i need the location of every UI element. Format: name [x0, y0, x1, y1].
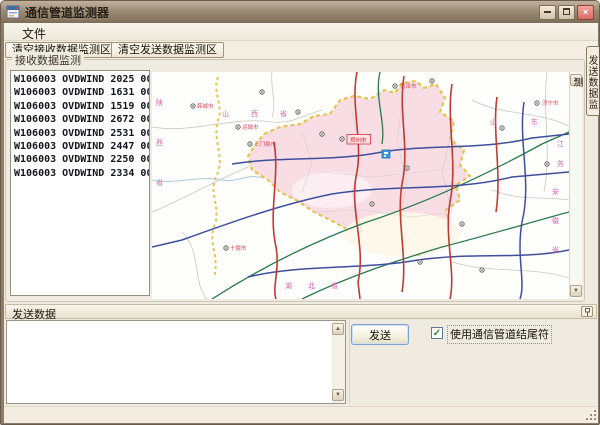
city-marker-dot — [501, 127, 503, 129]
city-marker-dot — [225, 247, 227, 249]
titlebar[interactable]: 通信管道监测器 × — [1, 1, 599, 23]
city-marker-dot — [249, 143, 251, 145]
receive-groupbox: 接收数据监测 W106003 OVDWIND 2025 0028 99 W106… — [5, 59, 585, 302]
map-selected-marker[interactable] — [382, 150, 390, 158]
menubar: 文件 — [4, 23, 598, 41]
map-view[interactable]: 山西省山东陕西省安徽省江苏湖北省韩城市运城市三门峡市十堰市菏泽市济宁市郑州市 ▲… — [152, 72, 582, 299]
resize-grip-icon[interactable] — [586, 410, 596, 420]
arrow-down-icon: ▼ — [573, 288, 579, 294]
city-marker-dot — [431, 80, 433, 82]
list-item[interactable]: W106003 OVDWIND 2334 0022 99 — [14, 167, 149, 180]
map-label: 西 — [156, 139, 163, 147]
close-icon: × — [583, 7, 588, 17]
send-panel-header[interactable]: 发送数据 — [5, 304, 597, 319]
map-label: 济宁市 — [542, 99, 559, 107]
map-label: 韩城市 — [197, 102, 214, 110]
map-label: 徽 — [552, 216, 559, 225]
city-marker-dot — [341, 138, 343, 140]
arrow-down-icon[interactable]: ▼ — [332, 389, 344, 401]
city-marker-dot — [546, 163, 548, 165]
map-label: 三门峡市 — [254, 140, 277, 148]
list-item[interactable]: W106003 OVDWIND 2025 0028 99 — [14, 73, 149, 86]
arrow-up-icon[interactable]: ▲ — [332, 323, 344, 335]
app-window: 通信管道监测器 × 文件 清空接收数据监测区 清空发送数据监测区 接收数据监测 … — [0, 0, 600, 425]
minimize-icon — [544, 11, 551, 13]
send-button[interactable]: 发送 — [351, 324, 409, 345]
city-marker-dot — [394, 85, 396, 87]
selected-marker-detail — [384, 155, 386, 157]
maximize-button[interactable] — [558, 5, 575, 20]
map-label: 运城市 — [242, 123, 259, 131]
list-item[interactable]: W106003 OVDWIND 1519 0021 99 — [14, 100, 149, 113]
map-label: 安 — [552, 187, 559, 196]
map-label: 江 — [557, 140, 564, 148]
map-label: 菏泽市 — [400, 82, 417, 90]
list-item[interactable]: W106003 OVDWIND 2531 0015 99 — [14, 127, 149, 140]
pin-button[interactable] — [581, 306, 593, 317]
terminator-checkbox[interactable]: ✓ — [431, 327, 443, 339]
send-input-scrollbar[interactable]: ▲ ▼ — [332, 321, 345, 403]
city-marker-dot — [536, 102, 538, 104]
statusbar — [4, 406, 598, 423]
list-item[interactable]: W106003 OVDWIND 1631 0026 99 — [14, 86, 149, 99]
pin-icon — [584, 308, 591, 316]
map-label: 省 — [156, 178, 163, 187]
app-icon — [6, 5, 20, 19]
window-title: 通信管道监测器 — [25, 4, 109, 21]
city-marker-dot — [192, 105, 194, 107]
minimize-button[interactable] — [539, 5, 556, 20]
city-marker-dot — [406, 167, 408, 169]
send-monitor-tab[interactable]: 发送数据监测 — [586, 46, 599, 116]
scroll-down-button[interactable]: ▼ — [570, 285, 582, 297]
map-label: 陕 — [156, 98, 163, 107]
map-scrollbar[interactable]: ▲ ▼ — [569, 72, 582, 299]
list-item[interactable]: W106003 OVDWIND 2672 0013 99 — [14, 113, 149, 126]
city-marker-dot — [261, 91, 263, 93]
clear-send-button[interactable]: 清空发送数据监测区 — [111, 42, 224, 58]
map-label: 苏 — [557, 159, 564, 168]
map-label: 山西省 — [222, 109, 309, 118]
send-input[interactable] — [7, 321, 331, 403]
city-marker-dot — [321, 133, 323, 135]
maximize-icon — [563, 8, 570, 15]
panel-splitter[interactable] — [349, 320, 350, 404]
map-label: 十堰市 — [230, 244, 247, 252]
city-marker-dot — [419, 261, 421, 263]
map-image: 山西省山东陕西省安徽省江苏湖北省韩城市运城市三门峡市十堰市菏泽市济宁市郑州市 — [152, 72, 569, 299]
list-item[interactable]: W106003 OVDWIND 2250 0026 99 — [14, 153, 149, 166]
map-label: 山东 — [490, 117, 569, 126]
map-label: 湖北省 — [285, 281, 354, 290]
receive-data-list[interactable]: W106003 OVDWIND 2025 0028 99 W106003 OVD… — [10, 70, 150, 296]
city-marker-dot — [481, 269, 483, 271]
client-area: 文件 清空接收数据监测区 清空发送数据监测区 接收数据监测 W106003 OV… — [4, 23, 598, 423]
map-label: 省 — [552, 245, 559, 254]
map-label: 郑州市 — [350, 136, 367, 144]
close-button[interactable]: × — [577, 5, 594, 20]
receive-group-title: 接收数据监测 — [12, 52, 84, 68]
terminator-checkbox-label[interactable]: 使用通信管道结尾符 — [447, 325, 552, 344]
selected-marker-detail — [384, 152, 388, 154]
toolbar: 清空接收数据监测区 清空发送数据监测区 — [4, 41, 598, 60]
list-item[interactable]: W106003 OVDWIND 2447 0024 99 — [14, 140, 149, 153]
city-marker-dot — [461, 223, 463, 225]
city-marker-dot — [237, 126, 239, 128]
send-input-wrap: ▲ ▼ — [6, 320, 346, 404]
city-marker-dot — [371, 203, 373, 205]
